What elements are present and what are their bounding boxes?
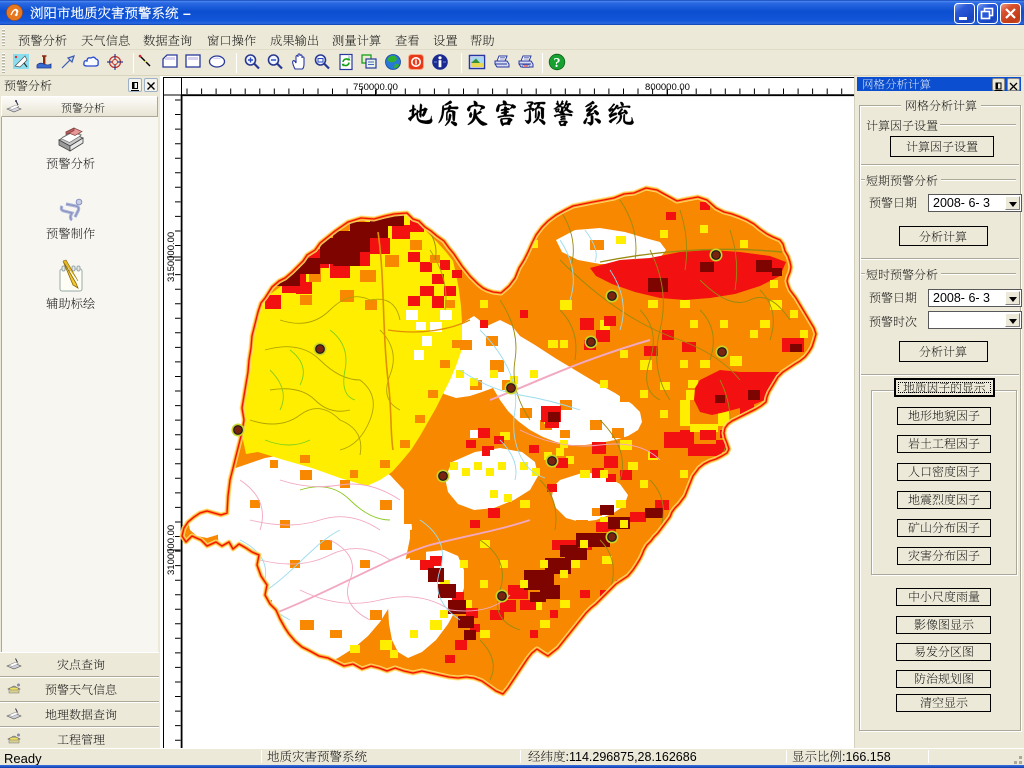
svg-text:?: ? — [554, 56, 561, 71]
